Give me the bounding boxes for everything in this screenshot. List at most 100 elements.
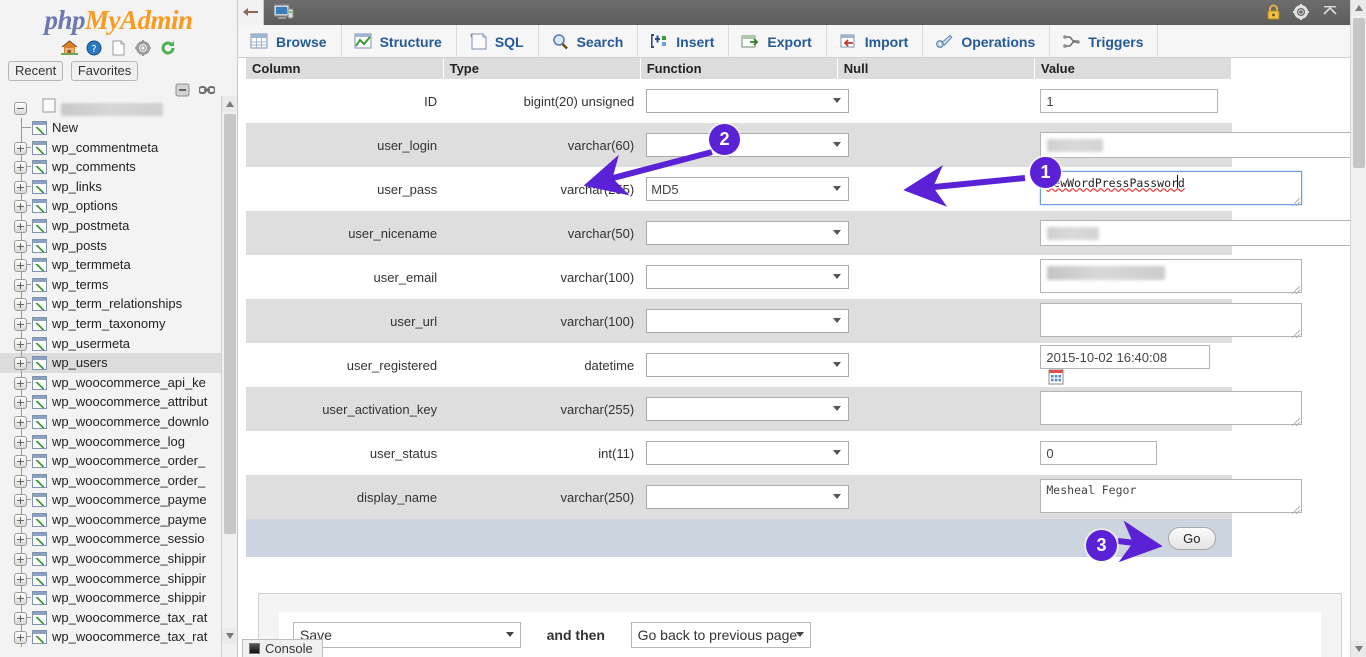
function-select-user-url[interactable] <box>646 309 849 333</box>
tree-item-table[interactable]: +wp_commentmeta <box>0 138 222 158</box>
tree-expand-icon[interactable]: + <box>14 181 27 194</box>
tree-item-table[interactable]: +wp_woocommerce_tax_rat <box>0 608 222 628</box>
function-select-user-registered[interactable] <box>646 353 849 377</box>
tree-item-table[interactable]: +wp_woocommerce_order_ <box>0 451 222 471</box>
tree-expand-icon[interactable]: + <box>14 573 27 586</box>
tree-expand-icon[interactable]: + <box>14 475 27 488</box>
tree-item-table[interactable]: +wp_options <box>0 196 222 216</box>
tab-operations[interactable]: Operations <box>923 25 1050 58</box>
tree-item-table[interactable]: +wp_woocommerce_shippir <box>0 549 222 569</box>
sidebar-scroll-thumb[interactable] <box>224 114 236 534</box>
tree-expand-icon[interactable]: + <box>14 279 27 292</box>
tree-item-table[interactable]: +wp_woocommerce_shippir <box>0 588 222 608</box>
tree-item-table[interactable]: +wp_comments <box>0 157 222 177</box>
console-bar[interactable]: Console <box>242 639 323 657</box>
value-textarea-user-url[interactable] <box>1040 303 1302 337</box>
home-icon[interactable] <box>61 40 78 56</box>
tree-expand-icon[interactable]: + <box>14 612 27 625</box>
tree-item-table[interactable]: +wp_woocommerce_api_ke <box>0 373 222 393</box>
value-input-user-registered[interactable] <box>1040 345 1210 369</box>
tree-expand-icon[interactable]: + <box>14 338 27 351</box>
tab-triggers[interactable]: Triggers <box>1050 25 1158 58</box>
server-icon[interactable] <box>274 4 294 21</box>
tree-item-table[interactable]: +wp_woocommerce_sessio <box>0 529 222 549</box>
function-select-user-activation-key[interactable] <box>646 397 849 421</box>
sidebar-scroll-down-icon[interactable] <box>222 628 238 644</box>
tree-expand-icon[interactable]: + <box>14 220 27 233</box>
tab-browse[interactable]: Browse <box>238 25 342 58</box>
tree-item-table[interactable]: +wp_woocommerce_shippir <box>0 569 222 589</box>
tree-item-table[interactable]: +wp_users <box>0 353 222 373</box>
tree-expand-icon[interactable]: + <box>14 377 27 390</box>
root-collapse-icon[interactable]: − <box>14 102 27 115</box>
value-textarea-display-name[interactable]: Mesheal Fegor <box>1040 479 1302 513</box>
tree-item-table[interactable]: +wp_woocommerce_downlo <box>0 412 222 432</box>
tree-expand-icon[interactable]: + <box>14 142 27 155</box>
tree-item-table[interactable]: +wp_links <box>0 177 222 197</box>
tree-item-table[interactable]: +wp_woocommerce_attribut <box>0 392 222 412</box>
tree-item-table[interactable]: +wp_termmeta <box>0 255 222 275</box>
tree-expand-icon[interactable]: + <box>14 436 27 449</box>
tree-item-new[interactable]: New <box>0 118 222 138</box>
tree-item-table[interactable]: +wp_posts <box>0 236 222 256</box>
tree-root-database[interactable]: − <box>0 98 222 118</box>
value-input-user-status[interactable] <box>1040 441 1157 465</box>
page-scroll-down-icon[interactable] <box>1351 641 1366 657</box>
lock-icon[interactable] <box>1266 4 1281 23</box>
tree-expand-icon[interactable]: + <box>14 494 27 507</box>
tree-expand-icon[interactable]: + <box>14 553 27 566</box>
calendar-icon[interactable] <box>1048 369 1064 385</box>
page-scroll-thumb[interactable] <box>1353 18 1365 168</box>
tree-item-table[interactable]: +wp_terms <box>0 275 222 295</box>
tree-item-table[interactable]: +wp_woocommerce_tax_rat <box>0 627 222 647</box>
tree-expand-icon[interactable]: + <box>14 161 27 174</box>
tab-export[interactable]: Export <box>729 25 826 58</box>
tree-expand-icon[interactable]: + <box>14 357 27 370</box>
function-select-user-nicename[interactable] <box>646 221 849 245</box>
recent-tab[interactable]: Recent <box>8 61 63 81</box>
function-select-ID[interactable] <box>646 89 849 113</box>
tree-item-table[interactable]: +wp_term_taxonomy <box>0 314 222 334</box>
tree-expand-icon[interactable]: + <box>14 533 27 546</box>
tree-expand-icon[interactable]: + <box>14 318 27 331</box>
tree-item-table[interactable]: +wp_woocommerce_order_ <box>0 471 222 491</box>
collapse-icon[interactable] <box>1322 4 1338 23</box>
then-select[interactable]: Go back to previous page <box>631 622 811 648</box>
page-scroll-up-icon[interactable] <box>1351 0 1366 16</box>
tab-insert[interactable]: Insert <box>638 25 729 58</box>
back-button[interactable] <box>238 0 264 25</box>
tab-search[interactable]: Search <box>539 25 639 58</box>
tree-expand-icon[interactable]: + <box>14 259 27 272</box>
tree-expand-icon[interactable]: + <box>14 396 27 409</box>
value-input-ID[interactable] <box>1040 89 1218 113</box>
tree-expand-icon[interactable]: + <box>14 298 27 311</box>
tree-item-table[interactable]: +wp_woocommerce_payme <box>0 490 222 510</box>
tab-structure[interactable]: Structure <box>342 25 457 58</box>
tree-item-table[interactable]: +wp_woocommerce_log <box>0 432 222 452</box>
gear-icon[interactable] <box>1293 4 1309 23</box>
save-select[interactable]: Save <box>293 622 521 648</box>
tree-item-table[interactable]: +wp_term_relationships <box>0 294 222 314</box>
link-tables-icon[interactable] <box>199 84 215 99</box>
tree-expand-icon[interactable]: + <box>14 514 27 527</box>
docs-icon[interactable] <box>110 40 127 56</box>
tree-expand-icon[interactable]: + <box>14 416 27 429</box>
tree-expand-icon[interactable]: + <box>14 240 27 253</box>
page-scrollbar[interactable] <box>1350 0 1366 657</box>
go-button[interactable]: Go <box>1168 527 1215 550</box>
tree-item-table[interactable]: +wp_woocommerce_payme <box>0 510 222 530</box>
tree-item-table[interactable]: +wp_usermeta <box>0 334 222 354</box>
tree-expand-icon[interactable]: + <box>14 631 27 644</box>
tree-expand-icon[interactable]: + <box>14 592 27 605</box>
tree-item-table[interactable]: +wp_postmeta <box>0 216 222 236</box>
tree-expand-icon[interactable]: + <box>14 200 27 213</box>
sidebar-scrollbar[interactable] <box>221 96 237 657</box>
tab-import[interactable]: Import <box>827 25 924 58</box>
function-select-user-status[interactable] <box>646 441 849 465</box>
tree-expand-icon[interactable]: + <box>14 455 27 468</box>
function-select-user-email[interactable] <box>646 265 849 289</box>
value-textarea-user-activation-key[interactable] <box>1040 391 1302 425</box>
tab-sql[interactable]: SQL <box>457 25 539 58</box>
function-select-user-pass[interactable]: MD5 <box>646 177 849 201</box>
reload-icon[interactable] <box>159 40 176 56</box>
